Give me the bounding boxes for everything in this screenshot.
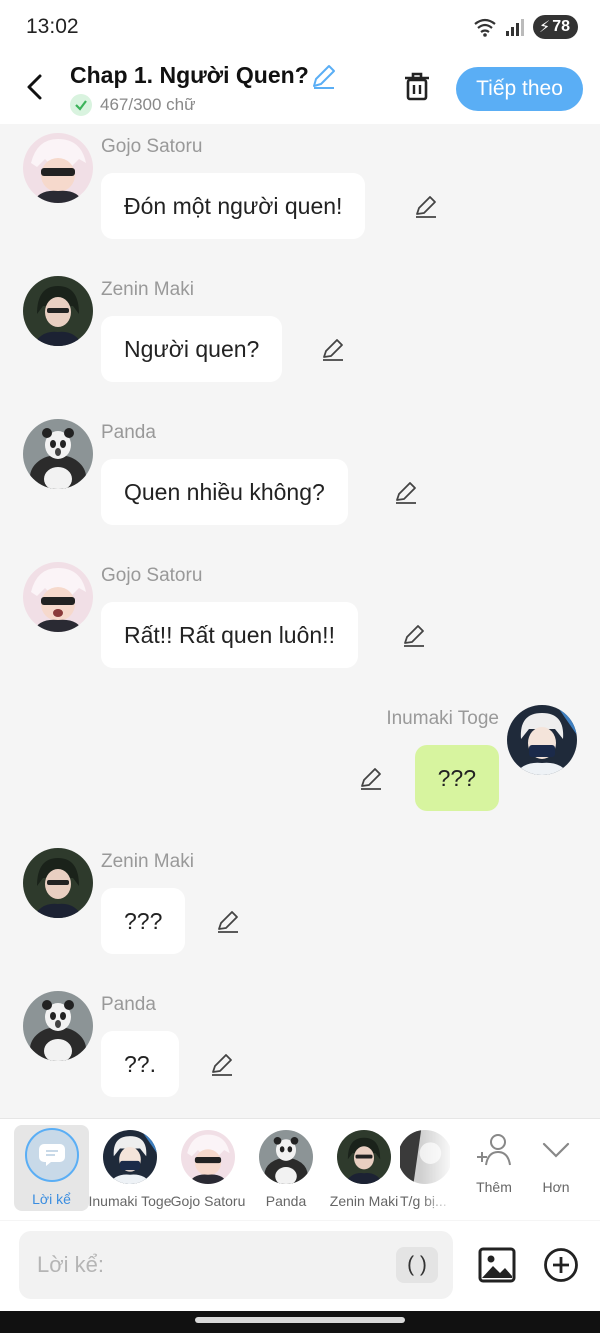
message-row: Panda Quen nhiều không? <box>0 419 600 549</box>
edit-message-icon[interactable] <box>320 336 346 362</box>
edit-message-icon[interactable] <box>209 1051 235 1077</box>
trash-icon[interactable] <box>402 70 432 102</box>
chapter-title: Chap 1. Người Quen? <box>70 62 309 88</box>
system-icons: ⚡ 78 <box>473 15 578 39</box>
edit-message-icon[interactable] <box>215 908 241 934</box>
image-icon[interactable] <box>478 1246 516 1284</box>
edit-message-icon[interactable] <box>413 193 439 219</box>
message-row: Gojo Satoru Rất!! Rất quen luôn!! <box>0 562 600 692</box>
message-bubble[interactable]: ??. <box>101 1031 179 1097</box>
avatar-maki[interactable] <box>23 276 93 346</box>
message-row: Gojo Satoru Đón một người quen! <box>0 133 600 263</box>
character-chip-inumaki[interactable]: Inumaki Toge <box>88 1127 172 1215</box>
strip-fade <box>420 1119 464 1219</box>
message-input[interactable] <box>19 1231 453 1299</box>
character-label: Zenin Maki <box>329 1193 399 1209</box>
message-row: Zenin Maki ??? <box>0 848 600 978</box>
speaker-name: Gojo Satoru <box>101 565 203 586</box>
message-row: Inumaki Toge ??? <box>0 705 600 835</box>
status-time: 13:02 <box>26 15 79 38</box>
back-icon[interactable] <box>22 72 48 102</box>
avatar-gojo <box>181 1130 235 1184</box>
avatar-panda <box>259 1130 313 1184</box>
chevron-down-icon <box>542 1142 570 1158</box>
avatar-panda[interactable] <box>23 419 93 489</box>
message-bubble[interactable]: ??? <box>414 745 499 811</box>
avatar-maki[interactable] <box>23 848 93 918</box>
avatar-maki <box>337 1130 391 1184</box>
avatar-gojo[interactable] <box>23 133 93 203</box>
edit-title-icon[interactable] <box>310 62 338 90</box>
speaker-name: Panda <box>101 994 156 1015</box>
message-bubble[interactable]: Đón một người quen! <box>101 173 366 239</box>
battery-icon: ⚡ 78 <box>532 15 578 39</box>
add-person-icon <box>477 1134 511 1166</box>
signal-icon <box>505 19 524 36</box>
character-chip-narrator[interactable]: Lời kể <box>14 1125 89 1211</box>
edit-message-icon[interactable] <box>393 479 419 505</box>
add-character-label: Thêm <box>476 1179 512 1195</box>
message-bubble[interactable]: Quen nhiều không? <box>101 459 348 525</box>
parentheses-button[interactable]: ( ) <box>396 1247 438 1283</box>
word-count: 467/300 chữ <box>70 94 196 116</box>
chat-area[interactable]: Gojo Satoru Đón một người quen! Zenin Ma… <box>0 124 600 1118</box>
more-label: Hơn <box>542 1179 570 1195</box>
app-header: Chap 1. Người Quen? 467/300 chữ Tiếp the… <box>0 56 600 124</box>
edit-message-icon[interactable] <box>401 622 427 648</box>
more-button[interactable]: Hơn <box>526 1131 586 1211</box>
character-label: Panda <box>265 1193 307 1209</box>
narrator-icon <box>24 1128 79 1182</box>
check-icon <box>70 94 92 116</box>
character-label: Gojo Satoru <box>170 1193 246 1209</box>
message-row: Panda ??. <box>0 991 600 1118</box>
message-bubble[interactable]: Rất!! Rất quen luôn!! <box>101 602 358 668</box>
avatar-inumaki[interactable] <box>507 705 577 775</box>
composer: ( ) <box>0 1221 600 1311</box>
character-label: Inumaki Toge <box>88 1193 172 1209</box>
character-selector: Lời kể Inumaki Toge Gojo Satoru Panda Ze… <box>0 1118 600 1220</box>
next-button[interactable]: Tiếp theo <box>456 67 583 111</box>
edit-message-icon[interactable] <box>358 765 384 791</box>
wifi-icon <box>474 18 496 37</box>
battery-level: 78 <box>552 18 570 35</box>
character-chip-gojo[interactable]: Gojo Satoru <box>170 1127 246 1215</box>
character-chip-panda[interactable]: Panda <box>248 1127 324 1215</box>
speaker-name: Gojo Satoru <box>101 136 203 157</box>
speaker-name: Panda <box>101 422 156 443</box>
speaker-name: Zenin Maki <box>101 279 194 300</box>
message-bubble[interactable]: ??? <box>101 888 186 954</box>
avatar-panda[interactable] <box>23 991 93 1061</box>
home-handle[interactable] <box>195 1317 405 1323</box>
system-nav-bar <box>0 1311 600 1333</box>
add-circle-icon[interactable] <box>543 1247 579 1283</box>
speaker-name: Zenin Maki <box>101 851 194 872</box>
message-row: Zenin Maki Người quen? <box>0 276 600 406</box>
avatar-gojo[interactable] <box>23 562 93 632</box>
status-bar: 13:02 ⚡ 78 <box>0 0 600 56</box>
speaker-name: Inumaki Toge <box>386 708 499 729</box>
word-count-text: 467/300 chữ <box>100 95 196 114</box>
avatar-inumaki <box>103 1130 157 1184</box>
add-character-button[interactable]: Thêm <box>464 1131 524 1211</box>
message-bubble[interactable]: Người quen? <box>101 316 283 382</box>
character-chip-maki[interactable]: Zenin Maki <box>326 1127 402 1215</box>
character-label: Lời kể <box>32 1191 71 1207</box>
